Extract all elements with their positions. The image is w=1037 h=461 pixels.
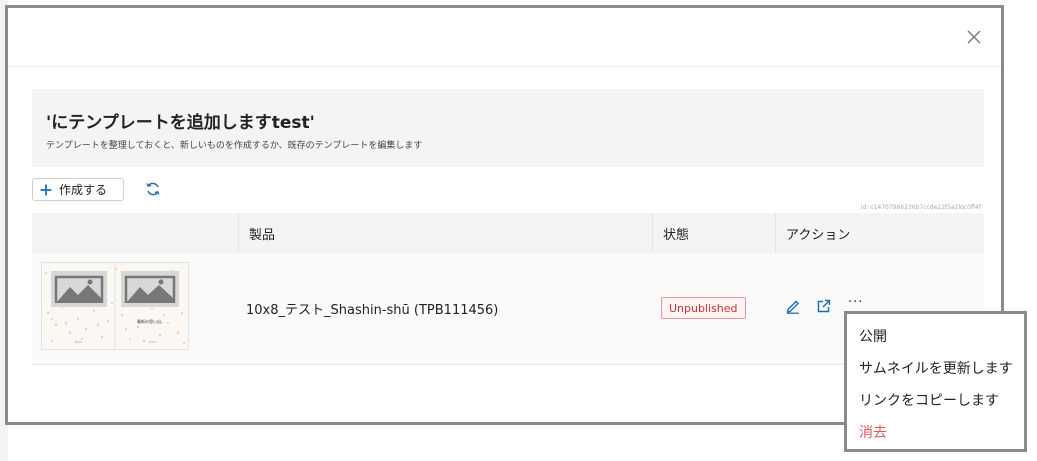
close-button[interactable] (963, 26, 985, 48)
svg-text:Back: Back (75, 340, 83, 344)
actions-menu: 公開 サムネイルを更新します リンクをコピーします 消去 (844, 311, 1027, 452)
create-button-label: 作成する (59, 183, 108, 197)
menu-item-copy-link[interactable]: リンクをコピーします (859, 390, 999, 410)
svg-text:Front: Front (149, 340, 157, 344)
product-name: 10x8_テスト_Shashin-shū (TPB111456) (246, 303, 499, 318)
modal-title: 'にテンプレートを追加しますtest' (46, 113, 315, 133)
close-icon (967, 30, 981, 44)
create-button[interactable]: 作成する (32, 178, 124, 201)
more-actions-button[interactable]: ··· (848, 295, 863, 310)
menu-item-delete[interactable]: 消去 (859, 422, 887, 442)
template-thumbnail[interactable]: Back Front 最新の思い出。 (41, 262, 189, 350)
refresh-icon[interactable] (145, 181, 161, 197)
status-badge: Unpublished (661, 297, 746, 319)
modal-subtitle: テンプレートを整理しておくと、新しいものを作成するか、既存のテンプレートを編集し… (46, 141, 423, 151)
thumbnail-image: Back Front (42, 263, 188, 349)
header-thumbnail (32, 213, 238, 253)
more-icon: ··· (848, 295, 864, 310)
header-product: 製品 (238, 213, 652, 253)
templates-table: 製品 状態 アクション Back Front 最新の思い出。 10x8_テスト_… (32, 213, 984, 365)
table-header: 製品 状態 アクション (32, 213, 984, 253)
modal-header (8, 8, 1001, 67)
menu-item-update-thumbnail[interactable]: サムネイルを更新します (859, 358, 1013, 378)
table-row: Back Front 最新の思い出。 10x8_テスト_Shashin-shū … (32, 253, 984, 365)
template-id: id: c14707966236b7ccde22f5a2ldc0ff4f (860, 204, 981, 211)
edit-icon[interactable] (785, 298, 801, 314)
external-link-icon[interactable] (816, 298, 832, 314)
header-status: 状態 (652, 213, 775, 253)
thumbnail-caption: 最新の思い出。 (137, 319, 165, 324)
header-actions: アクション (775, 213, 984, 253)
plus-icon (40, 184, 52, 195)
info-box: 'にテンプレートを追加しますtest' テンプレートを整理しておくと、新しいもの… (32, 89, 984, 167)
menu-item-publish[interactable]: 公開 (859, 326, 887, 346)
